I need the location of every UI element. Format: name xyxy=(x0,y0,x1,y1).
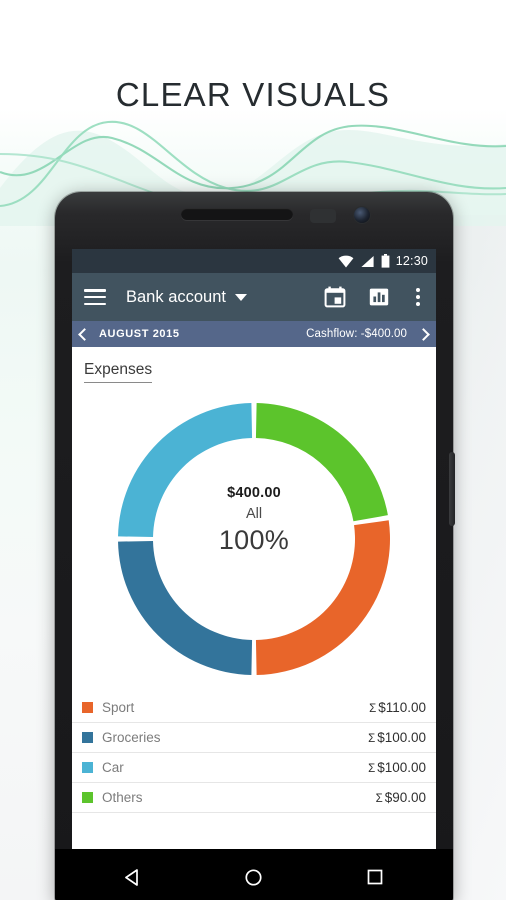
legend-color-swatch xyxy=(82,762,93,773)
phone-screen: 12:30 Bank account AUGUST 2015 Cashflow:… xyxy=(72,249,436,849)
account-selector[interactable]: Bank account xyxy=(126,288,247,307)
phone-side-button xyxy=(449,452,455,526)
donut-chart-svg xyxy=(118,403,391,675)
donut-slice-groceries[interactable] xyxy=(118,540,253,675)
donut-slice-others[interactable] xyxy=(255,403,388,522)
bar-chart-icon[interactable] xyxy=(368,286,390,308)
legend-row[interactable]: Car Σ $100.00 xyxy=(72,753,436,783)
wifi-icon xyxy=(338,255,354,267)
legend-category-name: Groceries xyxy=(102,730,161,745)
category-legend-list: Sport Σ $110.00 Groceries Σ $100.00 Car Σ $100.0… xyxy=(72,693,436,813)
android-navigation-bar xyxy=(72,852,436,900)
chevron-down-icon xyxy=(234,293,247,301)
legend-color-swatch xyxy=(82,732,93,743)
legend-category-name: Sport xyxy=(102,700,135,715)
donut-slice-sport[interactable] xyxy=(255,520,391,675)
page-title: CLEAR VISUALS xyxy=(115,76,391,113)
chevron-right-icon xyxy=(417,327,430,341)
legend-color-swatch xyxy=(82,792,93,803)
chevron-left-icon xyxy=(78,327,91,341)
legend-row[interactable]: Groceries Σ $100.00 xyxy=(72,723,436,753)
proximity-sensor-icon xyxy=(310,209,336,223)
legend-row[interactable]: Others Σ $90.00 xyxy=(72,783,436,813)
calendar-icon[interactable] xyxy=(324,286,346,308)
sigma-icon: Σ xyxy=(369,703,377,715)
sigma-icon: Σ xyxy=(368,763,376,775)
account-name-label: Bank account xyxy=(126,287,226,306)
legend-amount: Σ $100.00 xyxy=(368,730,426,745)
speaker-grille-icon xyxy=(181,208,293,220)
legend-category-name: Car xyxy=(102,760,124,775)
app-bar: Bank account xyxy=(72,273,436,321)
sigma-icon: Σ xyxy=(375,793,383,805)
tab-expenses[interactable]: Expenses xyxy=(84,361,153,383)
sigma-icon: Σ xyxy=(368,733,376,745)
legend-category-name: Others xyxy=(102,790,143,805)
expenses-donut-chart: $400.00 All 100% xyxy=(72,389,436,689)
legend-amount: Σ $100.00 xyxy=(368,760,426,775)
app-bar-actions xyxy=(324,286,424,308)
phone-top-bezel xyxy=(55,192,453,249)
front-camera-icon xyxy=(354,207,370,223)
period-label: AUGUST 2015 xyxy=(99,328,180,340)
previous-period-button[interactable]: AUGUST 2015 xyxy=(78,327,180,341)
next-period-button[interactable]: Cashflow: -$400.00 xyxy=(306,327,430,341)
status-bar: 12:30 xyxy=(72,249,436,273)
status-bar-clock: 12:30 xyxy=(395,254,428,268)
legend-amount: Σ $110.00 xyxy=(369,700,426,715)
cashflow-label: Cashflow: -$400.00 xyxy=(306,328,407,340)
battery-icon xyxy=(381,254,390,268)
phone-mockup: 12:30 Bank account AUGUST 2015 Cashflow:… xyxy=(55,192,453,900)
tab-bar: Expenses xyxy=(72,347,436,389)
donut-slice-car[interactable] xyxy=(118,403,253,538)
legend-amount: Σ $90.00 xyxy=(375,790,426,805)
donut-slices[interactable] xyxy=(118,403,391,675)
back-triangle-icon[interactable] xyxy=(103,858,163,896)
period-bar: AUGUST 2015 Cashflow: -$400.00 xyxy=(72,321,436,347)
recents-square-icon[interactable] xyxy=(345,858,405,896)
legend-row[interactable]: Sport Σ $110.00 xyxy=(72,693,436,723)
overflow-menu-icon[interactable] xyxy=(412,286,424,308)
cellular-signal-icon xyxy=(361,255,374,267)
home-circle-icon[interactable] xyxy=(224,858,284,896)
hamburger-menu-icon[interactable] xyxy=(84,289,106,305)
legend-color-swatch xyxy=(82,702,93,713)
